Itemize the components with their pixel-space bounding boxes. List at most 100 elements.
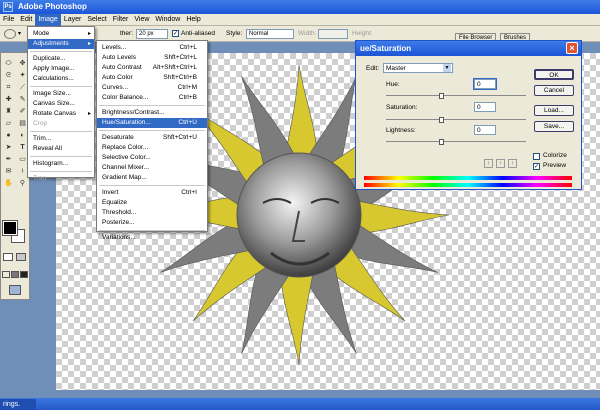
menu-item-shortcut: Ctrl+U xyxy=(178,119,197,126)
cancel-button[interactable]: Cancel xyxy=(534,85,574,96)
menu-item-selective-color[interactable]: Selective Color... xyxy=(97,153,207,163)
menu-item-threshold[interactable]: Threshold... xyxy=(97,208,207,218)
menu-item-label: Trim... xyxy=(33,135,52,142)
standard-mode-icon[interactable] xyxy=(3,253,13,261)
menu-item-label: Image Size... xyxy=(33,90,71,97)
menu-separator xyxy=(99,230,205,231)
anti-aliased-checkbox[interactable]: ✓ xyxy=(172,30,179,37)
menu-item-auto-contrast[interactable]: Auto Contrast Alt+Shft+Ctrl+L xyxy=(97,63,207,73)
menu-item-crop[interactable]: Crop xyxy=(28,119,94,129)
ok-button[interactable]: OK xyxy=(534,69,574,80)
notes-tool-icon[interactable]: ✉ xyxy=(2,167,15,177)
menu-item-hue-saturation[interactable]: Hue/Saturation... Ctrl+U xyxy=(97,118,207,128)
menu-item-color-balance[interactable]: Color Balance... Ctrl+B xyxy=(97,93,207,103)
menu-item-image-size[interactable]: Image Size... xyxy=(28,89,94,99)
menu-filter[interactable]: Filter xyxy=(110,14,132,26)
load-button[interactable]: Load... xyxy=(534,105,574,116)
menu-item-label: Rotate Canvas xyxy=(33,110,76,117)
screen-mode-menu-icon[interactable] xyxy=(11,271,19,278)
preset-dropdown-arrow-icon[interactable]: ▾ xyxy=(18,30,21,37)
stamp-tool-icon[interactable]: ♜ xyxy=(2,107,15,117)
menu-item-replace-color[interactable]: Replace Color... xyxy=(97,143,207,153)
menu-item-gradient-map[interactable]: Gradient Map... xyxy=(97,173,207,183)
lightness-slider-track[interactable] xyxy=(386,141,526,142)
menu-item-histogram[interactable]: Histogram... xyxy=(28,159,94,169)
taskbar-item[interactable]: rings. xyxy=(0,399,36,410)
marquee-tool-preset-icon[interactable] xyxy=(4,29,16,39)
dialog-close-icon[interactable]: × xyxy=(566,42,578,54)
healing-brush-icon[interactable]: ✚ xyxy=(2,95,15,105)
save-button[interactable]: Save... xyxy=(534,121,574,132)
menu-separator xyxy=(30,171,92,172)
menu-item-levels[interactable]: Levels... Ctrl+L xyxy=(97,43,207,53)
quick-mask-icon[interactable] xyxy=(16,253,26,261)
hue-slider-track[interactable] xyxy=(386,95,526,96)
menu-layer[interactable]: Layer xyxy=(61,14,85,26)
saturation-slider-track[interactable] xyxy=(386,119,526,120)
eyedropper-plus-icon[interactable]: ⟊ xyxy=(496,159,505,168)
lightness-slider-thumb[interactable] xyxy=(439,139,444,145)
menu-item-shortcut: Ctrl+L xyxy=(179,44,197,51)
menu-item-invert[interactable]: Invert Ctrl+I xyxy=(97,188,207,198)
menu-view[interactable]: View xyxy=(131,14,152,26)
width-input[interactable] xyxy=(318,29,348,39)
blur-tool-icon[interactable]: ● xyxy=(2,131,15,141)
style-select[interactable]: Normal xyxy=(246,29,294,39)
menu-item-mode[interactable]: Mode ▸ xyxy=(28,29,94,39)
foreground-color-swatch[interactable] xyxy=(2,220,18,236)
menu-item-canvas-size[interactable]: Canvas Size... xyxy=(28,99,94,109)
menu-separator xyxy=(99,105,205,106)
menu-item-rotate-canvas[interactable]: Rotate Canvas ▸ xyxy=(28,109,94,119)
menu-item-auto-levels[interactable]: Auto Levels Shft+Ctrl+L xyxy=(97,53,207,63)
menu-item-desaturate[interactable]: Desaturate Shft+Ctrl+U xyxy=(97,133,207,143)
menu-item-duplicate[interactable]: Duplicate... xyxy=(28,54,94,64)
menu-window[interactable]: Window xyxy=(152,14,183,26)
screen-mode-full-icon[interactable] xyxy=(20,271,28,278)
eyedropper-minus-icon[interactable]: ⟊ xyxy=(508,159,517,168)
pen-tool-icon[interactable]: ✒ xyxy=(2,155,15,165)
marquee-tool-icon[interactable]: ⬭ xyxy=(2,59,15,69)
menu-item-label: Selective Color... xyxy=(102,154,151,161)
menu-select[interactable]: Select xyxy=(84,14,109,26)
menu-separator xyxy=(99,185,205,186)
menu-item-channel-mixer[interactable]: Channel Mixer... xyxy=(97,163,207,173)
lightness-input[interactable]: 0 xyxy=(474,125,496,135)
lasso-tool-icon[interactable]: ᘓ xyxy=(2,71,15,81)
menu-item-trim[interactable]: Trim... xyxy=(28,134,94,144)
menu-item-auto-color[interactable]: Auto Color Shft+Ctrl+B xyxy=(97,73,207,83)
hand-tool-icon[interactable]: ✋ xyxy=(2,179,15,189)
preview-checkbox[interactable]: ✓ xyxy=(533,163,540,170)
saturation-slider-thumb[interactable] xyxy=(439,117,444,123)
menu-item-apply-image[interactable]: Apply Image... xyxy=(28,64,94,74)
menu-item-adjustments[interactable]: Adjustments ▸ xyxy=(28,39,94,49)
edit-select[interactable]: Master ▾ xyxy=(383,63,453,73)
menu-edit[interactable]: Edit xyxy=(17,14,35,26)
menu-item-label: Canvas Size... xyxy=(33,100,75,107)
menu-item-posterize[interactable]: Posterize... xyxy=(97,218,207,228)
menu-item-reveal-all[interactable]: Reveal All xyxy=(28,144,94,154)
feather-input[interactable]: 20 px xyxy=(136,29,168,39)
hue-slider-thumb[interactable] xyxy=(439,93,444,99)
menu-image[interactable]: Image xyxy=(35,14,61,26)
jump-to-imageready-icon[interactable] xyxy=(9,285,21,295)
menu-item-brightness-contrast[interactable]: Brightness/Contrast... xyxy=(97,108,207,118)
colorize-checkbox[interactable] xyxy=(533,153,540,160)
eraser-tool-icon[interactable]: ▱ xyxy=(2,119,15,129)
hue-input[interactable]: 0 xyxy=(473,78,497,90)
menu-item-trap[interactable]: Trap... xyxy=(28,174,94,184)
submenu-arrow-icon: ▸ xyxy=(87,31,91,37)
path-selection-icon[interactable]: ➤ xyxy=(2,143,15,153)
menu-item-curves[interactable]: Curves... Ctrl+M xyxy=(97,83,207,93)
eyedropper-icon[interactable]: ⟊ xyxy=(484,159,493,168)
menu-item-equalize[interactable]: Equalize xyxy=(97,198,207,208)
menu-item-label: Calculations... xyxy=(33,75,74,82)
menu-item-calculations[interactable]: Calculations... xyxy=(28,74,94,84)
menu-item-label: Crop xyxy=(33,120,48,127)
screen-mode-standard-icon[interactable] xyxy=(2,271,10,278)
saturation-input[interactable]: 0 xyxy=(474,102,496,112)
menu-item-variations[interactable]: Variations... xyxy=(97,233,207,243)
menu-help[interactable]: Help xyxy=(183,14,203,26)
menu-file[interactable]: File xyxy=(0,14,17,26)
menu-item-shortcut: Alt+Shft+Ctrl+L xyxy=(152,64,197,71)
crop-tool-icon[interactable]: ⌗ xyxy=(2,83,15,93)
